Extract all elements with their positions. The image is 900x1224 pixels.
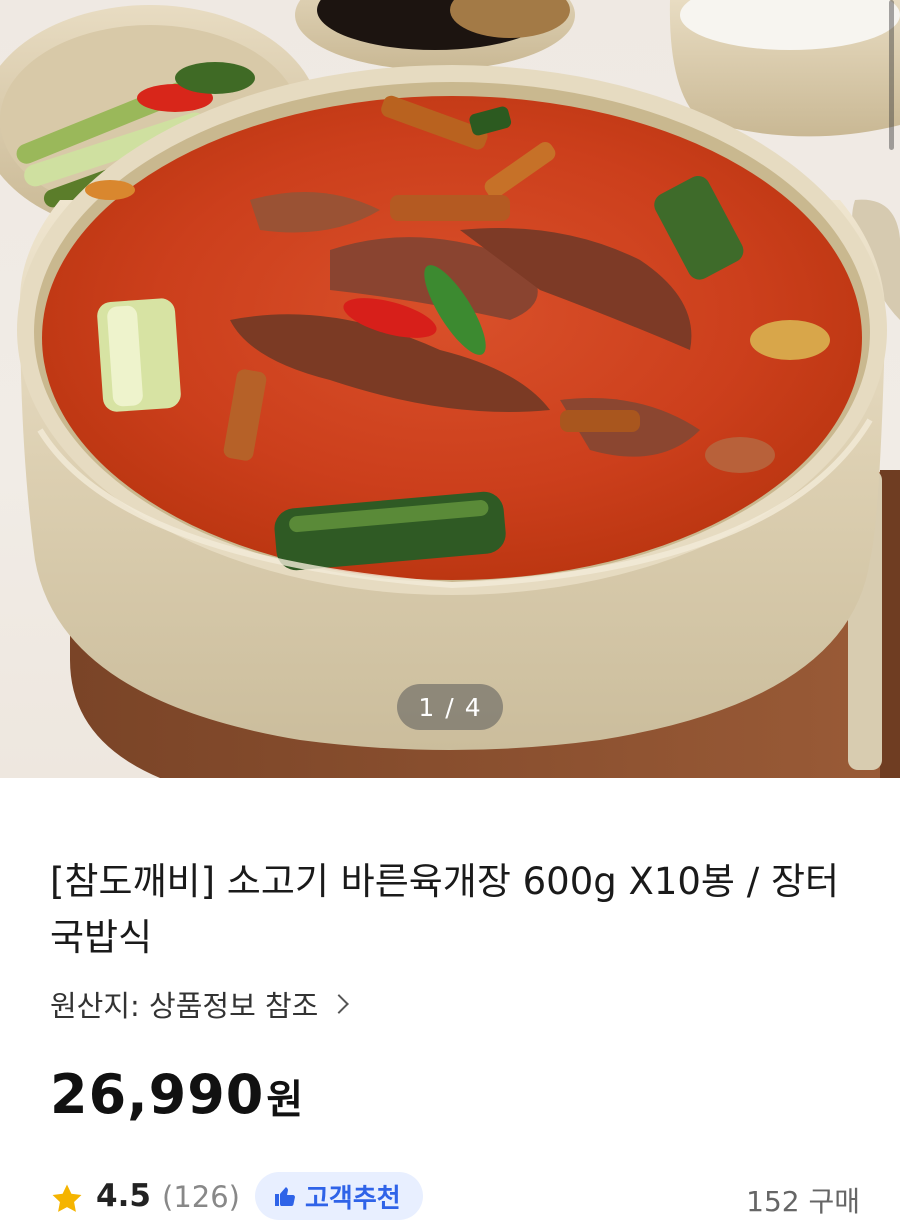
thumbs-up-icon — [275, 1187, 295, 1206]
price-unit: 원 — [266, 1077, 304, 1123]
price: 26,990 원 — [50, 1063, 303, 1126]
product-photo — [0, 0, 900, 778]
image-counter-separator: / — [445, 692, 455, 722]
purchase-count: 152 구매 — [746, 1185, 860, 1218]
origin-text: 원산지: 상품정보 참조 — [50, 989, 319, 1023]
product-title: [참도깨비] 소고기 바른육개장 600g X10봉 / 장터국밥식 — [50, 860, 840, 959]
chevron-right-icon — [329, 994, 350, 1014]
origin-link[interactable]: 원산지: 상품정보 참조 — [50, 983, 350, 1025]
image-counter: 1 / 4 — [397, 684, 503, 730]
product-info: [참도깨비] 소고기 바른육개장 600g X10봉 / 장터국밥식 원산지: … — [0, 778, 900, 1220]
scroll-indicator[interactable] — [889, 0, 894, 150]
rating-row: 4.5 (126) 고객추천 152 구매 — [50, 1172, 860, 1224]
product-image[interactable]: 1 / 4 — [0, 0, 900, 778]
image-counter-current: 1 — [418, 692, 436, 722]
price-amount: 26,990 — [50, 1063, 265, 1126]
star-icon — [52, 1184, 82, 1212]
image-counter-total: 4 — [464, 692, 482, 722]
customer-recommend-badge[interactable]: 고객추천 — [255, 1172, 423, 1220]
